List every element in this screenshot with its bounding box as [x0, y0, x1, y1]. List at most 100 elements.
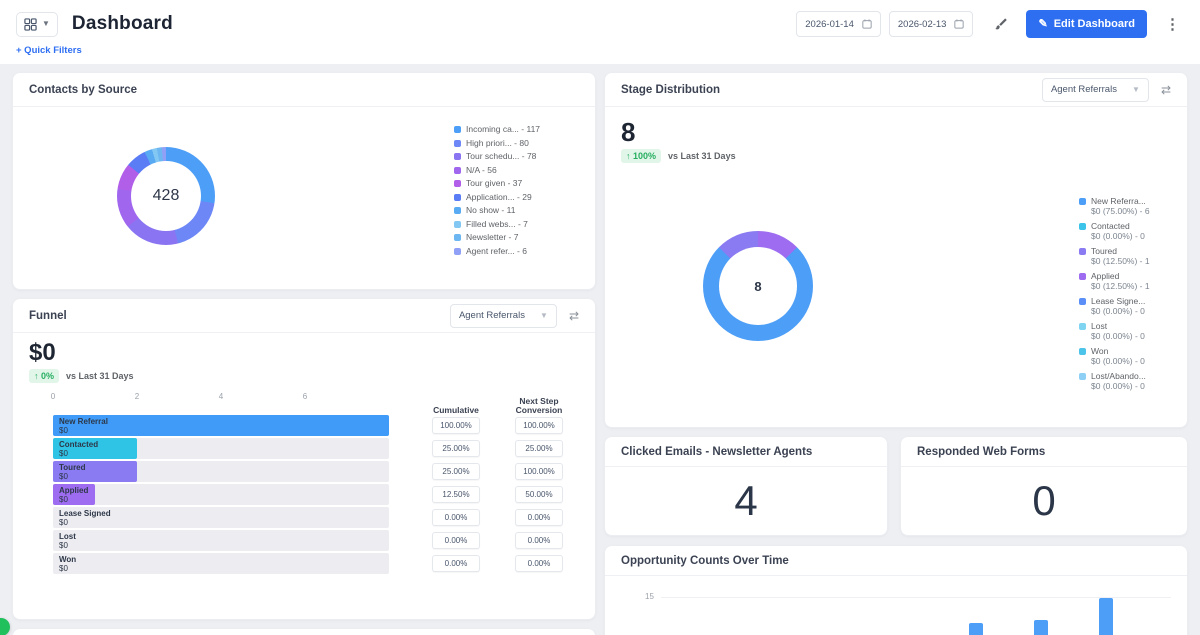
axis-tick: 6	[303, 392, 307, 401]
legend-label: High priori... - 80	[466, 139, 529, 148]
legend-item[interactable]: Toured$0 (12.50%) - 1	[1079, 247, 1150, 266]
date-from-input[interactable]: 2026-01-14	[796, 11, 881, 37]
legend-item[interactable]: Lost/Abando...$0 (0.00%) - 0	[1079, 372, 1150, 391]
quick-filters-link[interactable]: + Quick Filters	[16, 45, 82, 56]
legend-item[interactable]: Incoming ca... - 117	[454, 125, 540, 134]
legend-item[interactable]: Tour schedu... - 78	[454, 152, 540, 161]
calendar-icon	[954, 19, 964, 29]
legend-item[interactable]: Lease Signe...$0 (0.00%) - 0	[1079, 297, 1150, 316]
theme-brush-button[interactable]	[989, 13, 1012, 36]
y-axis-tick: 15	[645, 592, 654, 601]
legend-item[interactable]: New Referra...$0 (75.00%) - 6	[1079, 197, 1150, 216]
legend-swatch-icon	[454, 194, 461, 201]
axis-tick: 4	[219, 392, 223, 401]
funnel-filter-value: Agent Referrals	[459, 310, 525, 321]
legend-item[interactable]: Contacted$0 (0.00%) - 0	[1079, 222, 1150, 241]
contacts-donut-chart: 428	[117, 147, 215, 245]
legend-swatch-icon	[454, 248, 461, 255]
legend-item[interactable]: Newsletter - 7	[454, 233, 540, 242]
card-title: Contacts by Source	[29, 84, 137, 96]
cumulative-pill: 0.00%	[432, 509, 480, 526]
responded-web-forms-card: Responded Web Forms 0	[900, 436, 1188, 536]
legend-swatch-icon	[454, 167, 461, 174]
cumulative-pill: 100.00%	[432, 417, 480, 434]
date-to-input[interactable]: 2026-02-13	[889, 11, 974, 37]
funnel-row: Applied$0	[53, 484, 389, 505]
chat-widget-button[interactable]	[0, 618, 10, 635]
funnel-track: Lease Signed$0	[53, 507, 389, 528]
legend-label: Newsletter - 7	[466, 233, 518, 242]
legend-detail: $0 (0.00%) - 0	[1091, 307, 1150, 317]
stage-distribution-card: Stage Distribution Agent Referrals ▼ ⇄ 8…	[604, 72, 1188, 428]
card-header: Stage Distribution Agent Referrals ▼ ⇄	[605, 73, 1187, 107]
legend-item[interactable]: Filled webs... - 7	[454, 220, 540, 229]
legend-item[interactable]: Agent refer... - 6	[454, 247, 540, 256]
funnel-label: New Referral$0	[59, 417, 108, 435]
next-step-pill: 0.00%	[515, 555, 563, 572]
cumulative-pill: 0.00%	[432, 532, 480, 549]
bar[interactable]	[1099, 598, 1113, 635]
legend-item[interactable]: No show - 11	[454, 206, 540, 215]
stage-legend: New Referra...$0 (75.00%) - 6 Contacted$0…	[1079, 197, 1150, 397]
funnel-row: Won$0	[53, 553, 389, 574]
legend-detail: $0 (75.00%) - 6	[1091, 207, 1150, 217]
funnel-track: Applied$0	[53, 484, 389, 505]
pencil-icon: ✎	[1038, 19, 1047, 30]
stage-filter-value: Agent Referrals	[1051, 84, 1117, 95]
responded-web-forms-value: 0	[901, 467, 1187, 535]
dashboard-switcher-button[interactable]: ▼	[16, 12, 58, 37]
card-header: Funnel Agent Referrals ▼ ⇄	[13, 299, 595, 333]
date-from-value: 2026-01-14	[805, 19, 854, 30]
stage-filter-select[interactable]: Agent Referrals ▼	[1042, 78, 1149, 102]
card-title: Responded Web Forms	[917, 446, 1045, 458]
funnel-row: Lease Signed$0	[53, 507, 389, 528]
funnel-label: Applied$0	[59, 486, 88, 504]
legend-item[interactable]: Application... - 29	[454, 193, 540, 202]
card-title: Stage Distribution	[621, 84, 720, 96]
bar[interactable]	[1034, 620, 1048, 635]
comparison-label: vs Last 31 Days	[66, 371, 134, 381]
funnel-stage-amount: $0	[59, 541, 76, 550]
legend-swatch-icon	[1079, 323, 1086, 330]
delta-badge: ↑ 100%	[621, 149, 661, 163]
next-step-pill: 50.00%	[515, 486, 563, 503]
funnel-stage-amount: $0	[59, 426, 108, 435]
funnel-track: Lost$0	[53, 530, 389, 551]
legend-detail: $0 (12.50%) - 1	[1091, 257, 1150, 267]
legend-detail: $0 (0.00%) - 0	[1091, 232, 1150, 242]
funnel-card: Funnel Agent Referrals ▼ ⇄ $0 ↑ 0% vs La…	[12, 298, 596, 620]
legend-item[interactable]: High priori... - 80	[454, 139, 540, 148]
bar[interactable]	[969, 623, 983, 635]
kebab-menu-icon[interactable]: ⋮	[1161, 15, 1184, 33]
legend-detail: $0 (0.00%) - 0	[1091, 357, 1150, 367]
funnel-track: Won$0	[53, 553, 389, 574]
edit-dashboard-button[interactable]: ✎ Edit Dashboard	[1026, 10, 1147, 38]
legend-swatch-icon	[454, 180, 461, 187]
clicked-emails-value: 4	[605, 467, 887, 535]
legend-item[interactable]: Won$0 (0.00%) - 0	[1079, 347, 1150, 366]
chevron-down-icon: ▼	[42, 20, 50, 28]
swap-icon[interactable]: ⇄	[569, 309, 579, 323]
card-title: Clicked Emails - Newsletter Agents	[621, 446, 812, 458]
legend-item[interactable]: N/A - 56	[454, 166, 540, 175]
cumulative-pill: 0.00%	[432, 555, 480, 572]
legend-item[interactable]: Tour given - 37	[454, 179, 540, 188]
swap-icon[interactable]: ⇄	[1161, 83, 1171, 97]
delta-badge: ↑ 0%	[29, 369, 59, 383]
gridline	[661, 597, 1171, 598]
next-step-pill: 100.00%	[515, 463, 563, 480]
funnel-stage-name: Won	[59, 555, 76, 564]
legend-label: Agent refer... - 6	[466, 247, 527, 256]
funnel-stage-amount: $0	[59, 472, 86, 481]
funnel-track: New Referral$0	[53, 415, 389, 436]
legend-swatch-icon	[1079, 298, 1086, 305]
legend-detail: $0 (0.00%) - 0	[1091, 382, 1150, 392]
paintbrush-icon	[993, 17, 1008, 32]
legend-swatch-icon	[1079, 248, 1086, 255]
legend-item[interactable]: Lost$0 (0.00%) - 0	[1079, 322, 1150, 341]
date-to-value: 2026-02-13	[898, 19, 947, 30]
funnel-filter-select[interactable]: Agent Referrals ▼	[450, 304, 557, 328]
legend-label: Filled webs... - 7	[466, 220, 528, 229]
next-step-pill: 25.00%	[515, 440, 563, 457]
legend-item[interactable]: Applied$0 (12.50%) - 1	[1079, 272, 1150, 291]
